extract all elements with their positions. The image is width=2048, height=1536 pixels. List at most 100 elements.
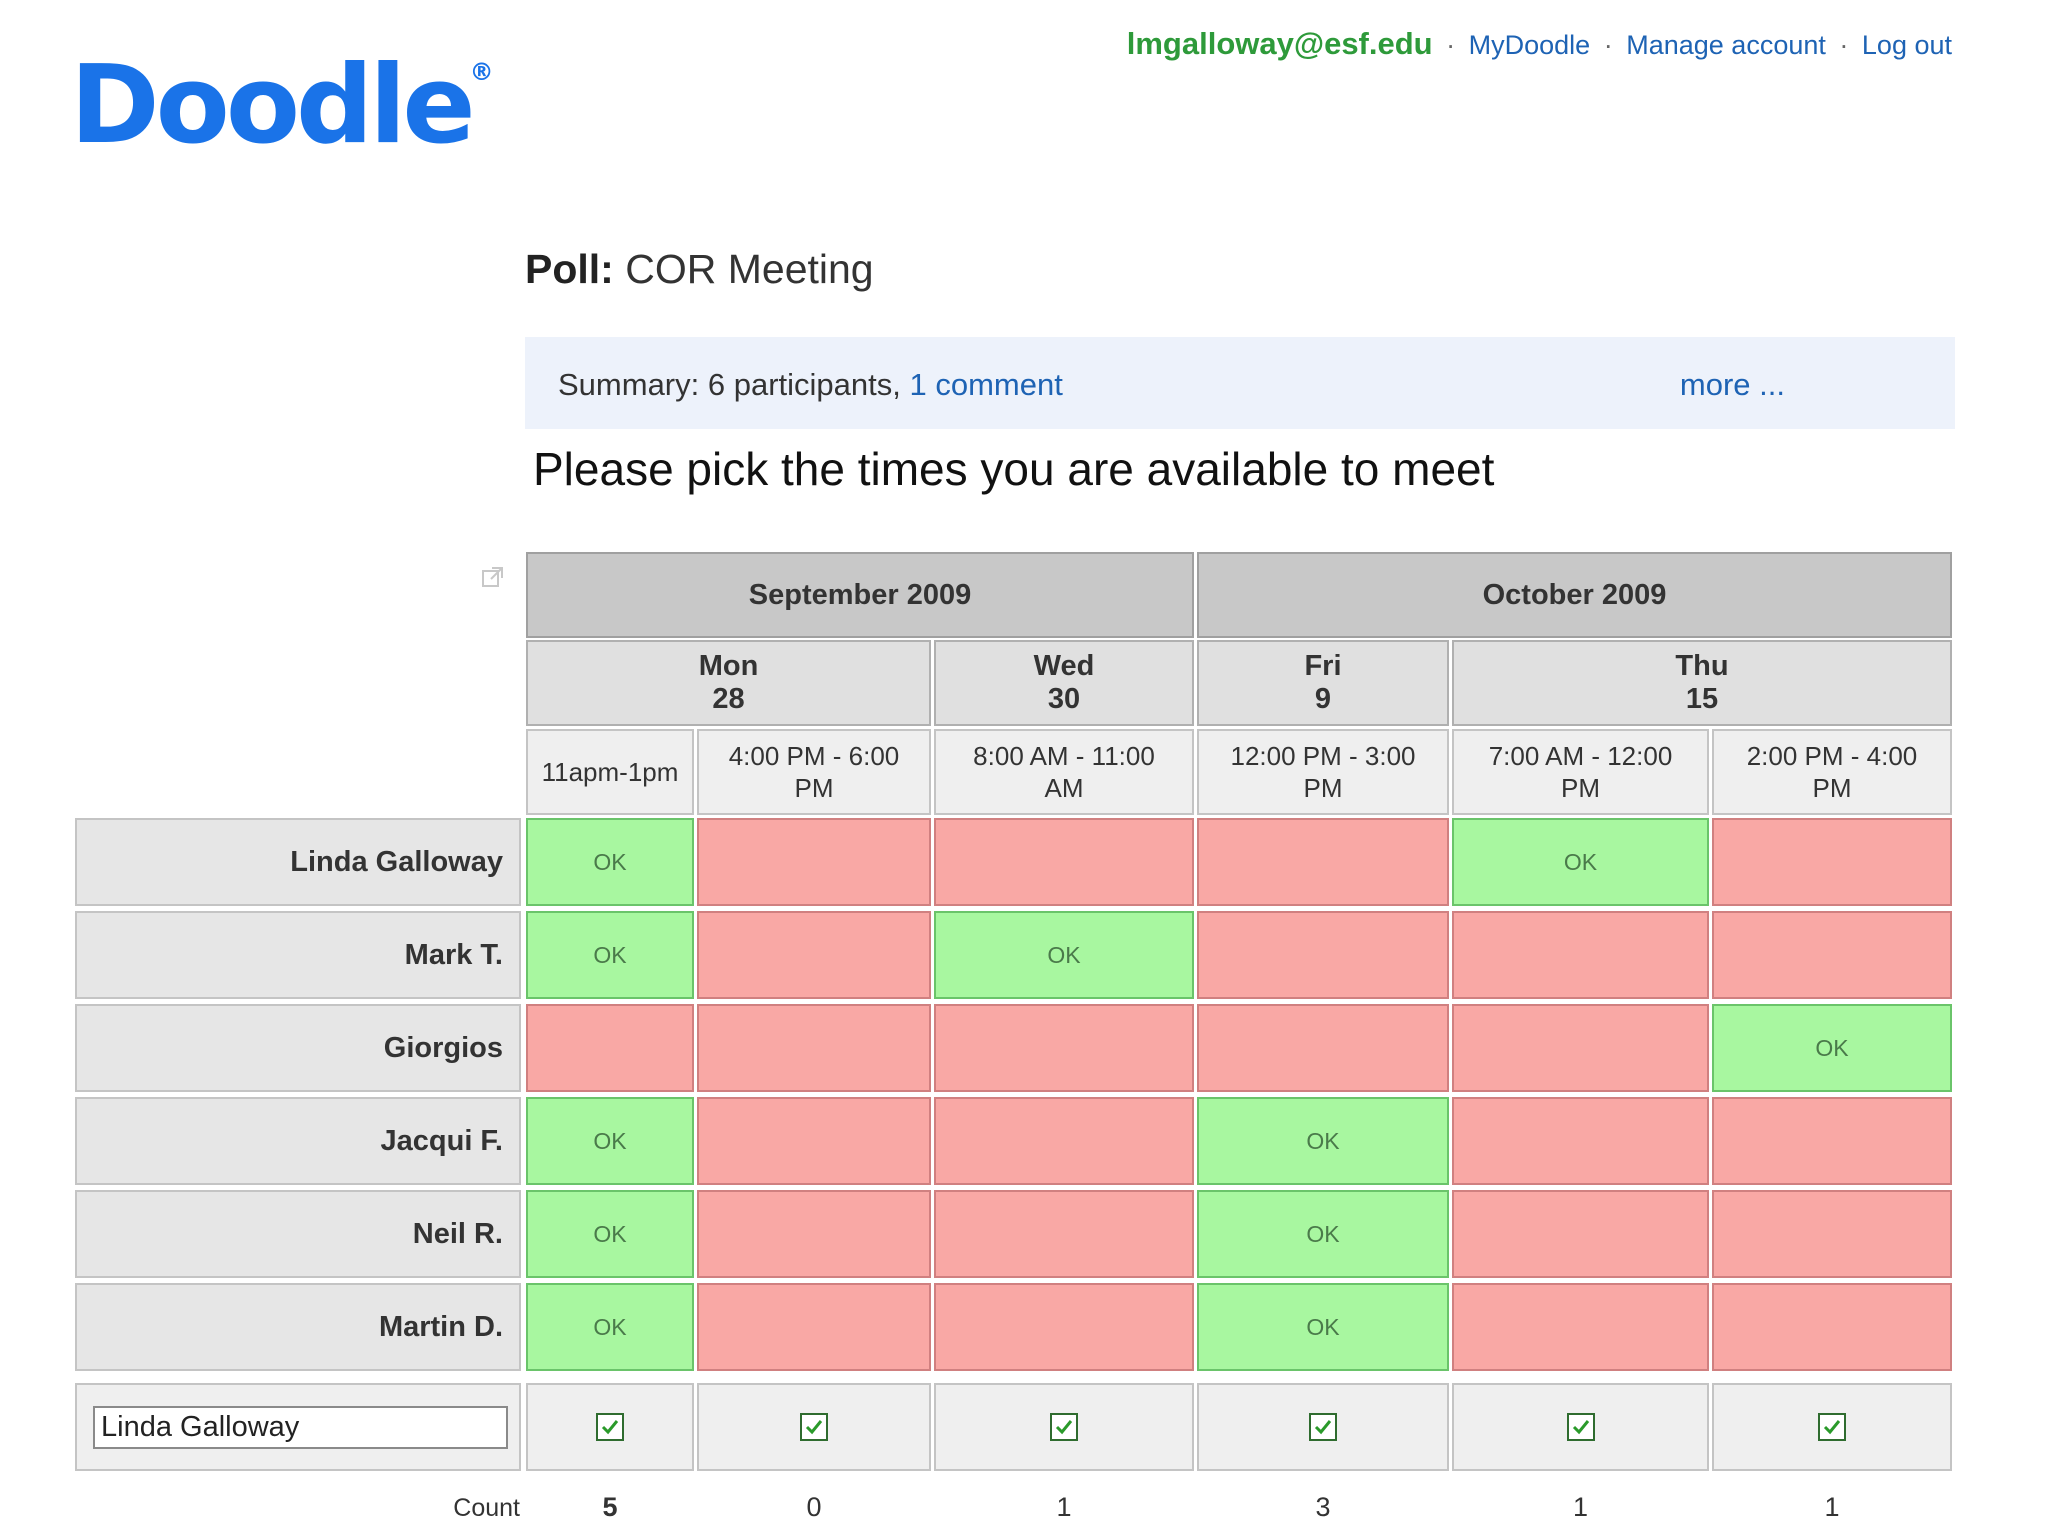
availability-checkbox[interactable] bbox=[1309, 1413, 1337, 1441]
time-slot-header-text: 2:00 PM - 4:00 PM bbox=[1746, 740, 1918, 804]
mydoodle-link[interactable]: MyDoodle bbox=[1469, 30, 1591, 60]
slot-count: 0 bbox=[806, 1492, 822, 1522]
participant-name-text: Mark T. bbox=[404, 938, 503, 971]
vote-cell-ok-text: OK bbox=[1306, 1220, 1340, 1247]
vote-cell-no bbox=[526, 1004, 694, 1092]
vote-cell-no bbox=[1452, 1097, 1709, 1185]
summary-text: Summary: 6 participants, 1 comment bbox=[558, 367, 1063, 403]
poll-label: Poll: bbox=[525, 246, 614, 292]
vote-cell-no bbox=[934, 1283, 1194, 1371]
participant-name-text: Linda Galloway bbox=[290, 845, 503, 878]
participant-name: Martin D. bbox=[75, 1283, 521, 1371]
month-header: October 2009 bbox=[1197, 552, 1952, 638]
participant-name: Jacqui F. bbox=[75, 1097, 521, 1185]
time-slot-header-text: 12:00 PM - 3:00 PM bbox=[1230, 740, 1416, 804]
poll-title: Poll: COR Meeting bbox=[525, 246, 874, 293]
participant-name: Mark T. bbox=[75, 911, 521, 999]
new-entry-slot-cell bbox=[526, 1383, 694, 1471]
new-entry-slot-cell bbox=[934, 1383, 1194, 1471]
more-link[interactable]: more ... bbox=[1680, 367, 1785, 403]
vote-cell-no bbox=[697, 1097, 931, 1185]
vote-cell-no bbox=[934, 1190, 1194, 1278]
slot-count: 1 bbox=[1056, 1492, 1072, 1522]
logout-link[interactable]: Log out bbox=[1862, 30, 1952, 60]
time-slot-header-text: 4:00 PM - 6:00 PM bbox=[728, 740, 900, 804]
checkmark-icon bbox=[1823, 1420, 1841, 1435]
vote-cell-no bbox=[1197, 911, 1449, 999]
day-header: Wed 30 bbox=[934, 640, 1194, 726]
vote-cell-ok: OK bbox=[1712, 1004, 1952, 1092]
vote-cell-ok: OK bbox=[1452, 818, 1709, 906]
vote-cell-no bbox=[1197, 1004, 1449, 1092]
vote-cell-no bbox=[1452, 1283, 1709, 1371]
count-label: Count bbox=[453, 1494, 520, 1522]
vote-cell-no bbox=[1712, 1190, 1952, 1278]
vote-cell-no bbox=[1712, 1097, 1952, 1185]
vote-cell-no bbox=[697, 818, 931, 906]
participant-name: Neil R. bbox=[75, 1190, 521, 1278]
slot-count: 1 bbox=[1572, 1492, 1589, 1522]
external-link-icon[interactable] bbox=[482, 566, 504, 588]
vote-cell-no bbox=[1452, 1004, 1709, 1092]
vote-cell-ok-text: OK bbox=[1563, 848, 1598, 875]
day-header-text: Wed 30 bbox=[1033, 649, 1095, 715]
day-header: Mon 28 bbox=[526, 640, 931, 726]
new-entry-slot-cell bbox=[1712, 1383, 1952, 1471]
account-links: lmgalloway@esf.edu · MyDoodle · Manage a… bbox=[1127, 26, 1952, 62]
month-header: September 2009 bbox=[526, 552, 1194, 638]
doodle-logo[interactable]: Doodle ® bbox=[70, 52, 494, 160]
vote-cell-no bbox=[934, 1004, 1194, 1092]
vote-cell-ok-text: OK bbox=[593, 1313, 627, 1340]
day-header-text: Fri 9 bbox=[1304, 649, 1342, 715]
month-header-text: September 2009 bbox=[748, 578, 972, 611]
vote-cell-ok-text: OK bbox=[1815, 1034, 1849, 1061]
link-separator: · bbox=[1603, 30, 1613, 60]
link-separator: · bbox=[1446, 30, 1456, 60]
registered-mark: ® bbox=[469, 58, 494, 86]
day-header: Fri 9 bbox=[1197, 640, 1449, 726]
manage-account-link[interactable]: Manage account bbox=[1626, 30, 1826, 60]
new-entry-slot-cell bbox=[1452, 1383, 1709, 1471]
participant-name-text: Neil R. bbox=[412, 1217, 503, 1250]
comment-link[interactable]: 1 comment bbox=[909, 367, 1062, 402]
day-header-text: Mon 28 bbox=[698, 649, 759, 715]
availability-checkbox[interactable] bbox=[1818, 1413, 1846, 1441]
vote-cell-ok: OK bbox=[526, 818, 694, 906]
user-email: lmgalloway@esf.edu bbox=[1126, 26, 1433, 61]
logo-text: Doodle bbox=[70, 43, 476, 168]
link-separator: · bbox=[1839, 30, 1849, 60]
vote-cell-no bbox=[934, 1097, 1194, 1185]
vote-cell-no bbox=[1197, 818, 1449, 906]
checkmark-icon bbox=[1572, 1420, 1589, 1435]
availability-checkbox[interactable] bbox=[596, 1413, 624, 1441]
participant-name-text: Jacqui F. bbox=[380, 1124, 504, 1157]
vote-cell-no bbox=[1712, 818, 1952, 906]
availability-checkbox[interactable] bbox=[1050, 1413, 1078, 1441]
checkmark-icon bbox=[805, 1420, 823, 1435]
vote-cell-ok: OK bbox=[526, 1283, 694, 1371]
participant-name-text: Martin D. bbox=[378, 1310, 503, 1343]
vote-cell-ok-text: OK bbox=[1047, 941, 1081, 968]
vote-cell-ok: OK bbox=[1197, 1283, 1449, 1371]
vote-cell-ok: OK bbox=[934, 911, 1194, 999]
vote-cell-no bbox=[697, 911, 931, 999]
vote-cell-no bbox=[697, 1004, 931, 1092]
time-slot-header-text: 7:00 AM - 12:00 PM bbox=[1488, 740, 1673, 804]
vote-cell-ok-text: OK bbox=[1306, 1313, 1340, 1340]
vote-cell-no bbox=[934, 818, 1194, 906]
vote-cell-no bbox=[1452, 1190, 1709, 1278]
vote-cell-ok: OK bbox=[526, 911, 694, 999]
time-slot-header: 11apm-1pm bbox=[526, 729, 694, 815]
time-slot-header: 4:00 PM - 6:00 PM bbox=[697, 729, 931, 815]
month-header-text: October 2009 bbox=[1482, 578, 1667, 611]
availability-checkbox[interactable] bbox=[1566, 1413, 1595, 1441]
vote-cell-no bbox=[1452, 911, 1709, 999]
checkmark-icon bbox=[1055, 1420, 1073, 1435]
availability-checkbox[interactable] bbox=[800, 1413, 828, 1441]
instruction-text: Please pick the times you are available … bbox=[533, 443, 1495, 495]
day-header-text: Thu 15 bbox=[1675, 649, 1729, 715]
time-slot-header: 7:00 AM - 12:00 PM bbox=[1452, 729, 1709, 815]
new-entry-slot-cell bbox=[697, 1383, 931, 1471]
vote-cell-ok: OK bbox=[526, 1097, 694, 1185]
participant-name-input[interactable] bbox=[93, 1406, 508, 1449]
